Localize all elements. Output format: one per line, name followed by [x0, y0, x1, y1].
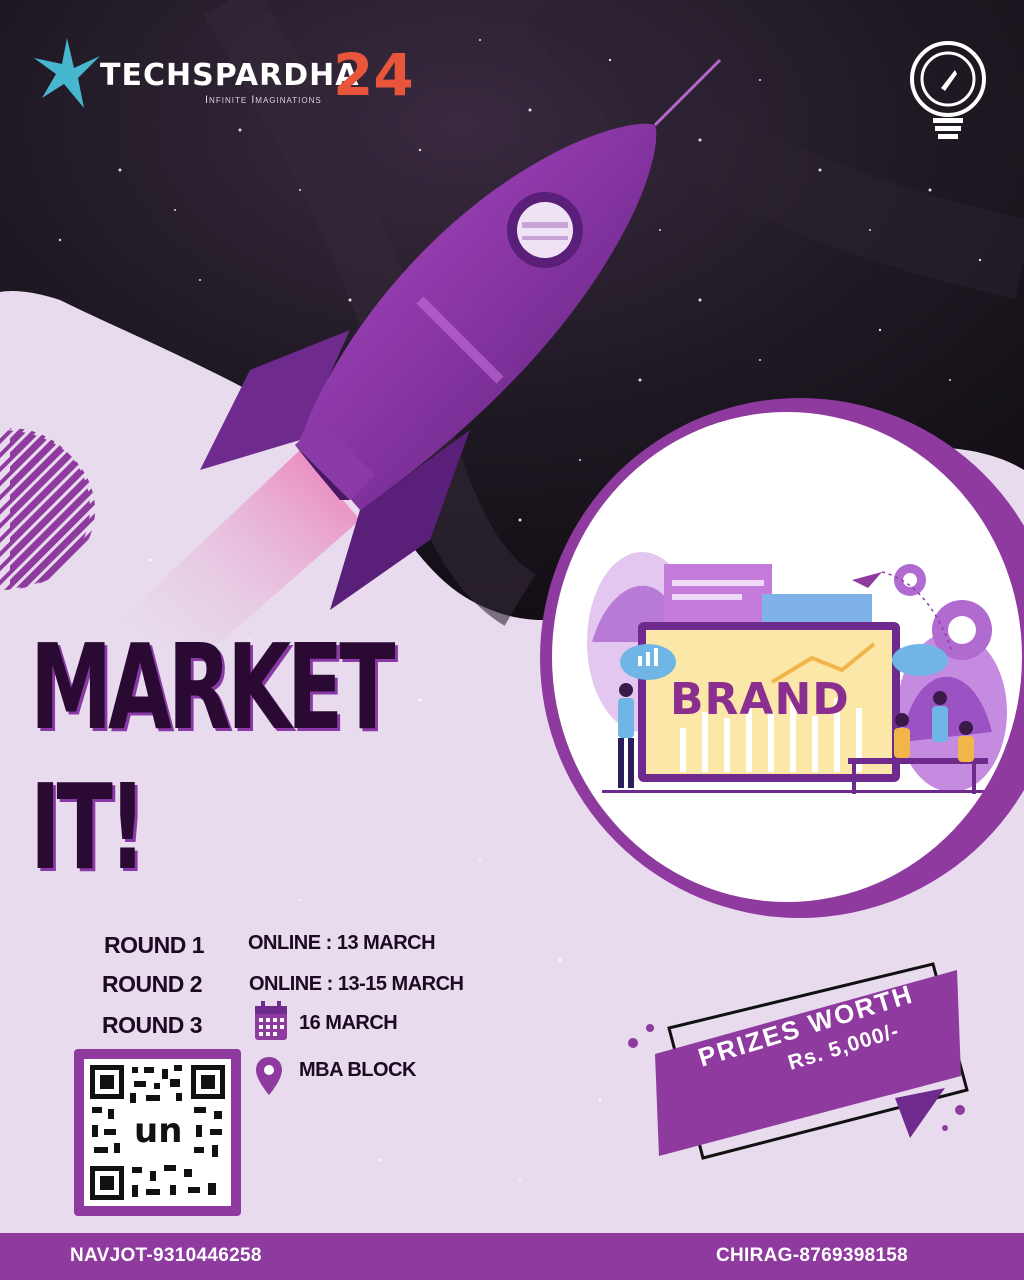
calendar-icon [255, 1001, 287, 1040]
lightbulb-rocket-icon [910, 41, 986, 139]
event-tagline: Infinite Imaginations [205, 94, 322, 106]
contact-left: NAVJOT-9310446258 [70, 1245, 262, 1266]
round-1-label: ROUND 1 [104, 932, 205, 958]
event-year: 24 [333, 41, 414, 109]
brand-illustration [587, 552, 1007, 794]
title-line-2: IT! [30, 758, 146, 896]
round-2-label: ROUND 2 [102, 971, 203, 997]
techspardha-star-logo-icon [34, 38, 100, 108]
round-1-value: ONLINE : 13 MARCH [248, 932, 436, 954]
event-name: TECHSPARDHA [100, 58, 360, 93]
brand-word: BRAND [670, 674, 850, 725]
round-3-label: ROUND 3 [102, 1012, 203, 1038]
brand-illustration-circle: BRAND [552, 412, 1022, 902]
venue-value: MBA BLOCK [299, 1059, 416, 1081]
contact-right: CHIRAG-8769398158 [716, 1245, 909, 1266]
round-2-value: ONLINE : 13-15 MARCH [249, 973, 464, 995]
qr-center-text: un [134, 1111, 183, 1151]
round-3-value: 16 MARCH [299, 1012, 398, 1034]
qr-code-frame[interactable]: un [74, 1049, 241, 1216]
title-line-1: MARKET [30, 618, 396, 756]
location-pin-icon [256, 1057, 282, 1095]
